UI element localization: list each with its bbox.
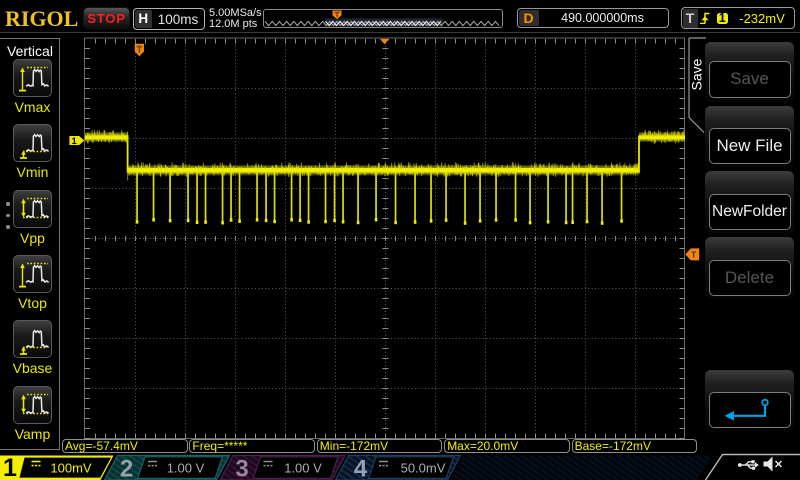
svg-text:1.00 V: 1.00 V xyxy=(284,461,322,476)
svg-text:1.00 V: 1.00 V xyxy=(167,461,205,476)
svg-text:T: T xyxy=(691,250,697,260)
svg-text:1: 1 xyxy=(72,136,78,147)
svg-text:50.0mV: 50.0mV xyxy=(401,461,446,476)
svg-text:100mV: 100mV xyxy=(50,461,92,476)
svg-text:2: 2 xyxy=(120,456,133,480)
svg-text:3: 3 xyxy=(235,456,248,480)
svg-text:4: 4 xyxy=(354,456,368,480)
svg-text:1: 1 xyxy=(3,454,17,480)
